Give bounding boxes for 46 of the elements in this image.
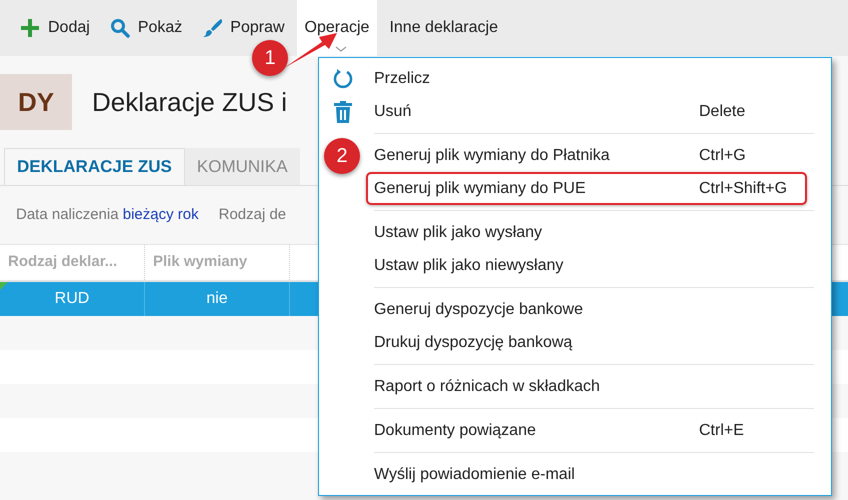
menu-item[interactable]: Drukuj dyspozycję bankową bbox=[366, 326, 807, 359]
tab[interactable]: DEKLARACJE ZUS bbox=[4, 148, 185, 185]
chevron-down-icon bbox=[334, 46, 347, 52]
search-icon bbox=[110, 18, 130, 38]
menu-item-label: Usuń bbox=[374, 102, 412, 122]
menu-item-label: Raport o różnicach w składkach bbox=[374, 376, 601, 396]
toolbar-button[interactable]: Pokaż bbox=[102, 0, 190, 56]
callout-badge: 1 bbox=[252, 40, 288, 76]
toolbar-button[interactable]: Inne deklaracje bbox=[381, 0, 506, 56]
shortcut-label: Ctrl+G bbox=[699, 146, 746, 166]
refresh-icon bbox=[332, 68, 354, 90]
menu-item-label: Generuj plik wymiany do PUE bbox=[374, 178, 587, 198]
shortcut-label: Ctrl+Shift+G bbox=[699, 178, 788, 198]
menu-item[interactable]: Dokumenty powiązane Ctrl+E bbox=[366, 414, 807, 447]
filter-link[interactable]: bieżący rok bbox=[122, 206, 199, 223]
menu-item[interactable]: Usuń Delete bbox=[366, 95, 807, 128]
brush-icon bbox=[202, 18, 222, 38]
menu-item-label: Dokumenty powiązane bbox=[374, 420, 537, 440]
menu-item-label: Wyślij powiadomienie e-mail bbox=[374, 464, 576, 484]
table-cell: nie bbox=[145, 282, 290, 316]
page-title: Deklaracje ZUS i bbox=[92, 86, 288, 118]
filter-label: Rodzaj de bbox=[218, 204, 286, 225]
menu-item[interactable]: Generuj dyspozycje bankowe bbox=[366, 293, 807, 326]
menu-item[interactable]: Raport o różnicach w składkach bbox=[366, 370, 807, 403]
menu-item[interactable]: Generuj plik wymiany do Płatnika Ctrl+G bbox=[366, 139, 807, 172]
menu-item-label: Drukuj dyspozycję bankową bbox=[374, 332, 574, 352]
shortcut-label: Delete bbox=[699, 102, 746, 122]
filter-label: Data naliczenia bieżący rok bbox=[16, 204, 199, 225]
toolbar-button[interactable]: Dodaj bbox=[12, 0, 98, 56]
menu-item-label: Ustaw plik jako niewysłany bbox=[374, 256, 564, 276]
toolbar-button[interactable]: Operacje bbox=[296, 0, 378, 56]
menu-item-label: Przelicz bbox=[374, 68, 432, 88]
shortcut-label: Ctrl+E bbox=[699, 420, 744, 440]
menu-item-label: Ustaw plik jako wysłany bbox=[374, 222, 544, 242]
corner-marker-icon bbox=[0, 282, 8, 290]
menu-item[interactable]: Ustaw plik jako wysłany bbox=[366, 216, 807, 249]
menu-item-label: Generuj plik wymiany do Płatnika bbox=[374, 146, 611, 166]
menu-item[interactable]: Wyślij powiadomienie e-mail bbox=[366, 458, 807, 491]
menu-item[interactable]: Generuj plik wymiany do PUE Ctrl+Shift+G bbox=[366, 172, 807, 205]
menu-item[interactable]: Ustaw plik jako niewysłany bbox=[366, 249, 807, 282]
module-badge: DY bbox=[0, 74, 72, 130]
table-cell: RUD bbox=[0, 282, 145, 316]
menu-item-label: Generuj dyspozycje bankowe bbox=[374, 300, 584, 320]
plus-icon bbox=[20, 18, 40, 38]
menu-item[interactable]: Przelicz bbox=[366, 62, 807, 95]
trash-icon bbox=[334, 100, 352, 122]
